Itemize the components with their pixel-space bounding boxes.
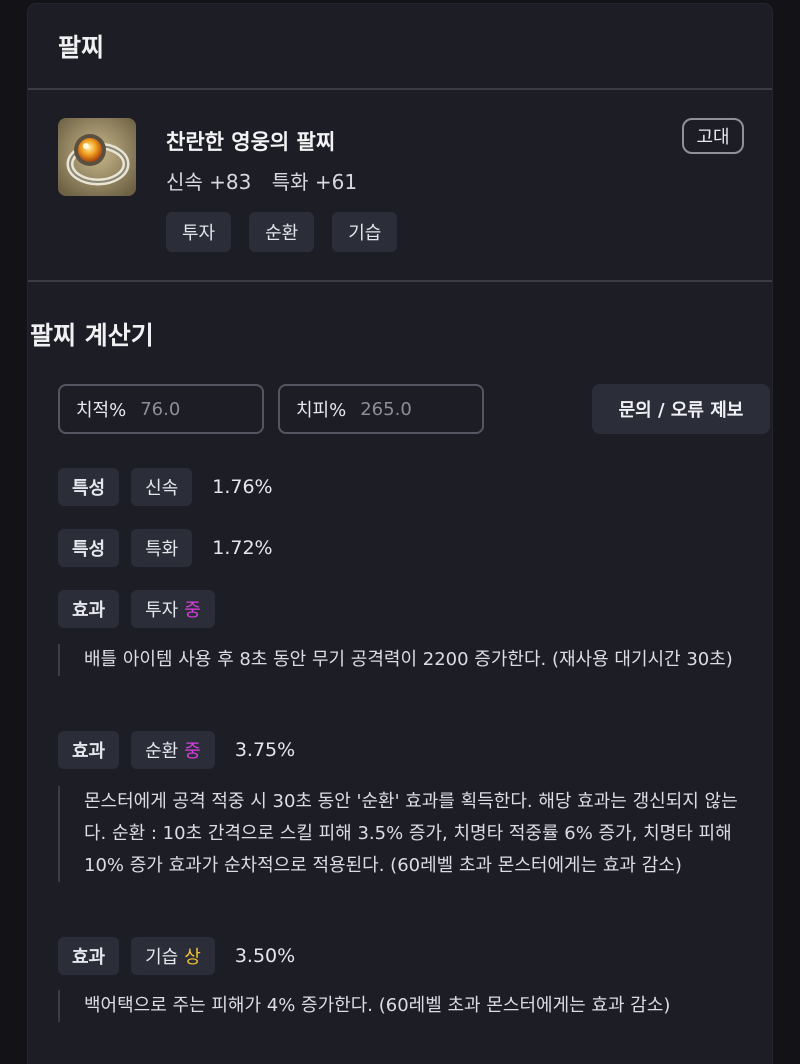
effect-description: 백어택으로 주는 피해가 4% 증가한다. (60레벨 초과 몬스터에게는 효과… [58, 990, 748, 1022]
row-grade: 중 [184, 600, 201, 621]
stat-row: 특성 특화 1.72% [58, 529, 273, 567]
item-name: 찬란한 영웅의 팔찌 [166, 130, 336, 154]
effect-tag: 투자 [166, 212, 232, 252]
row-name: 신속 [131, 468, 193, 506]
item-stat: 특화 +61 [271, 170, 358, 194]
crit-damage-input[interactable]: 치피% 265.0 [278, 384, 484, 434]
item-stat: 신속 +83 [166, 170, 252, 194]
effect-row: 효과 순환 중 3.75% [58, 731, 295, 769]
row-percent: 1.72% [212, 537, 273, 559]
row-name: 기습 [145, 947, 179, 968]
crit-damage-value: 265.0 [360, 398, 412, 420]
row-kind: 특성 [58, 529, 120, 567]
crit-damage-label: 치피% [296, 400, 347, 421]
crit-rate-value: 76.0 [140, 398, 181, 420]
calculator-title: 팔찌 계산기 [30, 321, 154, 350]
effect-description: 배틀 아이템 사용 후 8초 동안 무기 공격력이 2200 증가한다. (재사… [58, 644, 748, 676]
stat-row: 특성 신속 1.76% [58, 468, 273, 506]
item-grade-badge: 고대 [682, 118, 744, 154]
effect-tag: 기습 [332, 212, 398, 252]
item-card: 찬란한 영웅의 팔찌 고대 신속 +83 특화 +61 투자 순환 기습 [28, 90, 772, 282]
effect-description: 몬스터에게 공격 적중 시 30초 동안 '순환' 효과를 획득한다. 해당 효… [58, 786, 748, 882]
row-kind: 특성 [58, 468, 120, 506]
row-name-chip: 순환 중 [131, 731, 215, 769]
row-kind: 효과 [58, 937, 120, 975]
row-name: 순환 [145, 741, 179, 762]
bracelet-item-icon [58, 118, 136, 196]
effect-row: 효과 기습 상 3.50% [58, 937, 295, 975]
effect-tag: 순환 [249, 212, 315, 252]
row-grade: 중 [184, 741, 201, 762]
report-error-button[interactable]: 문의 / 오류 제보 [592, 384, 770, 434]
row-name: 특화 [131, 529, 193, 567]
row-grade: 상 [184, 947, 201, 968]
page-title: 팔찌 [58, 33, 105, 62]
item-effect-tags: 투자 순환 기습 [166, 212, 398, 252]
effect-row: 효과 투자 중 [58, 590, 227, 628]
row-name: 투자 [145, 600, 179, 621]
item-stats: 신속 +83 특화 +61 [166, 166, 371, 195]
row-percent: 3.50% [234, 945, 296, 967]
row-percent: 1.76% [212, 476, 273, 498]
row-name-chip: 기습 상 [131, 937, 215, 975]
crit-rate-label: 치적% [76, 400, 127, 421]
crit-rate-input[interactable]: 치적% 76.0 [58, 384, 264, 434]
row-kind: 효과 [58, 731, 120, 769]
panel-header: 팔찌 [28, 4, 772, 90]
row-percent: 3.75% [234, 739, 296, 761]
row-kind: 효과 [58, 590, 120, 628]
row-name-chip: 투자 중 [131, 590, 215, 628]
